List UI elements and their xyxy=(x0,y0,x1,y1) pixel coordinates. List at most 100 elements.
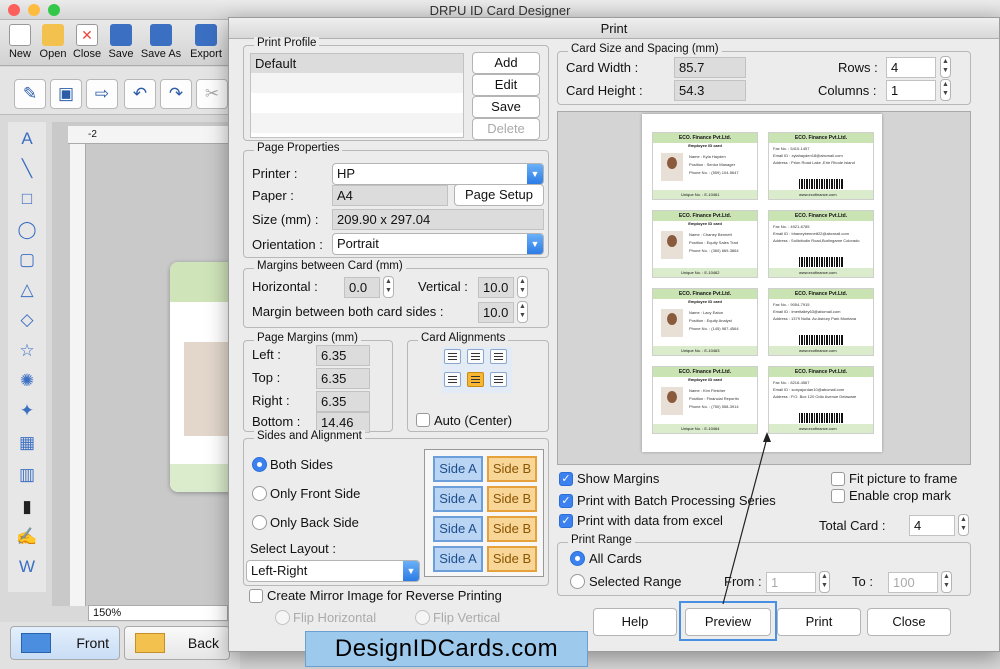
batch-processing-checkbox[interactable]: ✓ xyxy=(559,494,573,508)
total-card-field[interactable]: 4 xyxy=(909,515,955,536)
columns-stepper[interactable]: ▲ ▼ xyxy=(940,79,951,101)
batch-processing-label: Print with Batch Processing Series xyxy=(577,493,776,508)
from-label: From : xyxy=(724,574,762,589)
both-sides-margin-field[interactable]: 10.0 xyxy=(478,302,514,323)
vertical-stepper[interactable]: ▲ ▼ xyxy=(517,276,528,298)
save-button[interactable]: Save xyxy=(101,22,141,60)
print-button[interactable]: Print xyxy=(777,608,861,636)
cut-icon[interactable]: ✂ xyxy=(196,79,228,109)
image-icon[interactable]: ▣ xyxy=(50,79,82,109)
vertical-field[interactable]: 10.0 xyxy=(478,277,514,298)
align-middle-left-icon[interactable] xyxy=(444,372,461,387)
mirror-image-checkbox[interactable] xyxy=(249,589,263,603)
flip-horizontal-radio[interactable] xyxy=(275,610,290,625)
delete-profile-button[interactable]: Delete xyxy=(472,118,540,140)
align-middle-center-icon[interactable] xyxy=(467,372,484,387)
barcode xyxy=(799,179,843,189)
align-top-center-icon[interactable] xyxy=(467,349,484,364)
only-back-radio[interactable] xyxy=(252,515,267,530)
rows-label: Rows : xyxy=(838,60,878,75)
both-sides-radio[interactable] xyxy=(252,457,267,472)
align-middle-right-icon[interactable] xyxy=(490,372,507,387)
profile-list[interactable]: Default xyxy=(250,53,464,138)
front-tab[interactable]: Front xyxy=(10,626,120,660)
list-item[interactable]: Default xyxy=(251,54,463,73)
right-margin-field[interactable]: 6.35 xyxy=(316,391,370,412)
card-back-preview: ECO. Finance Pvt.Ltd. Fax No. : 4921-6785… xyxy=(768,210,874,278)
top-margin-field[interactable]: 6.35 xyxy=(316,368,370,389)
from-stepper[interactable]: ▲ ▼ xyxy=(819,571,830,593)
auto-center-checkbox[interactable] xyxy=(416,413,430,427)
excel-data-checkbox[interactable]: ✓ xyxy=(559,514,573,528)
flip-vertical-radio[interactable] xyxy=(415,610,430,625)
triangle-tool-icon[interactable]: △ xyxy=(12,277,42,303)
burst-tool-icon[interactable]: ✺ xyxy=(12,368,42,394)
to-stepper[interactable]: ▲ ▼ xyxy=(941,571,952,593)
save-profile-button[interactable]: Save xyxy=(472,96,540,118)
align-top-right-icon[interactable] xyxy=(490,349,507,364)
ellipse-tool-icon[interactable]: ◯ xyxy=(12,217,42,243)
horizontal-field[interactable]: 0.0 xyxy=(344,277,380,298)
help-button[interactable]: Help xyxy=(593,608,677,636)
from-field[interactable]: 1 xyxy=(766,572,816,593)
card-design-preview[interactable] xyxy=(170,262,232,492)
rows-stepper[interactable]: ▲ ▼ xyxy=(940,56,951,78)
library-tool-icon[interactable]: ▥ xyxy=(12,462,42,488)
diamond-tool-icon[interactable]: ◇ xyxy=(12,307,42,333)
line-tool-icon[interactable]: ╲ xyxy=(12,156,42,182)
minimize-window-icon[interactable] xyxy=(28,4,40,16)
to-field[interactable]: 100 xyxy=(888,572,938,593)
watermark-tool-icon[interactable]: W xyxy=(12,554,42,580)
printer-select[interactable]: HP ▼ xyxy=(332,163,544,185)
star-tool-icon[interactable]: ☆ xyxy=(12,338,42,364)
close-window-icon[interactable] xyxy=(8,4,20,16)
left-margin-field[interactable]: 6.35 xyxy=(316,345,370,366)
close-dialog-button[interactable]: Close xyxy=(867,608,951,636)
total-card-stepper[interactable]: ▲ ▼ xyxy=(958,514,969,536)
rounded-rect-tool-icon[interactable]: ▢ xyxy=(12,247,42,273)
unique-field-label: Unique No. xyxy=(681,348,702,353)
size-label: Size (mm) : xyxy=(252,212,319,227)
all-cards-radio[interactable] xyxy=(570,551,585,566)
orientation-select[interactable]: Portrait ▼ xyxy=(332,233,544,255)
to-value: 100 xyxy=(893,575,915,590)
undo-icon[interactable]: ↶ xyxy=(124,79,156,109)
add-profile-button[interactable]: Add xyxy=(472,52,540,74)
picture-tool-icon[interactable]: ▦ xyxy=(12,430,42,456)
rectangle-tool-icon[interactable]: □ xyxy=(12,186,42,212)
rows-field[interactable]: 4 xyxy=(886,57,936,78)
position-field-label: Position xyxy=(689,162,704,167)
back-tab[interactable]: Back xyxy=(124,626,230,660)
layout-select[interactable]: Left-Right ▼ xyxy=(246,560,420,582)
preview-button[interactable]: Preview xyxy=(685,608,771,636)
save-as-button[interactable]: Save As xyxy=(140,22,182,60)
columns-field[interactable]: 1 xyxy=(886,80,936,101)
both-sides-margin-stepper[interactable]: ▲ ▼ xyxy=(517,301,528,323)
side-a-label: Side A xyxy=(439,551,477,566)
zoom-level-field[interactable]: 150% xyxy=(88,605,228,621)
selected-range-radio[interactable] xyxy=(570,574,585,589)
zoom-window-icon[interactable] xyxy=(48,4,60,16)
edit-profile-button[interactable]: Edit xyxy=(472,74,540,96)
only-front-radio[interactable] xyxy=(252,486,267,501)
fax-field-label: Fax No. xyxy=(773,146,788,151)
import-icon[interactable]: ⇨ xyxy=(86,79,118,109)
ruler-tick: -2 xyxy=(88,129,97,140)
show-margins-checkbox[interactable]: ✓ xyxy=(559,472,573,486)
export-button[interactable]: Export xyxy=(186,22,226,60)
sparkle-tool-icon[interactable]: ✦ xyxy=(12,398,42,424)
card-back-preview: ECO. Finance Pvt.Ltd. Fax No. : 5410-1457… xyxy=(768,132,874,200)
align-top-left-icon[interactable] xyxy=(444,349,461,364)
fit-picture-checkbox[interactable] xyxy=(831,472,845,486)
paper-field: A4 xyxy=(332,185,448,206)
redo-icon[interactable]: ↷ xyxy=(160,79,192,109)
edit-document-icon[interactable]: ✎ xyxy=(14,79,46,109)
horizontal-stepper[interactable]: ▲ ▼ xyxy=(383,276,394,298)
text-tool-icon[interactable]: A xyxy=(12,126,42,152)
page-setup-button[interactable]: Page Setup xyxy=(454,184,544,206)
barcode-tool-icon[interactable]: ▮ xyxy=(12,494,42,520)
signature-tool-icon[interactable]: ✍ xyxy=(12,524,42,550)
crop-mark-checkbox[interactable] xyxy=(831,489,845,503)
side-b-label: Side B xyxy=(492,491,532,506)
page-setup-label: Page Setup xyxy=(465,187,533,202)
